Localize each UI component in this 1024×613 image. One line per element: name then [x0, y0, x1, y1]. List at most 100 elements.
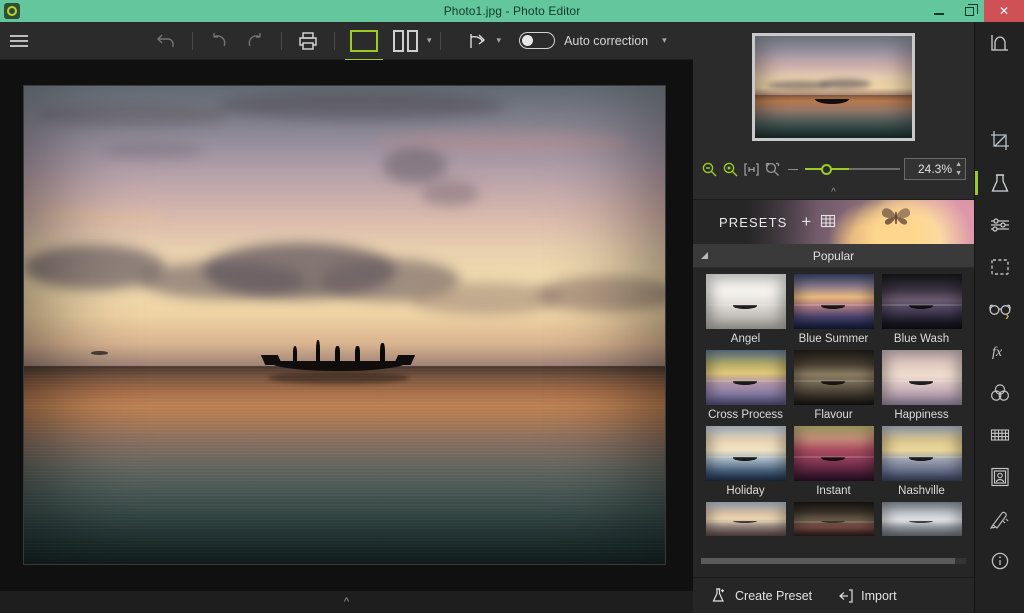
preset-label: Nashville — [882, 481, 962, 499]
info-icon — [990, 551, 1010, 571]
rail-item-adjustments[interactable] — [975, 204, 1024, 246]
photo-vignette — [24, 86, 665, 564]
zoom-out-icon[interactable] — [701, 161, 718, 178]
add-preset-button[interactable]: + — [801, 212, 811, 232]
right-panel: 24.3% ▲ ▼ ^ PRESETS + Popular — [693, 22, 974, 613]
rail-item-effects[interactable]: fx — [975, 330, 1024, 372]
zoom-slider[interactable] — [805, 162, 900, 176]
preset-thumbnail — [882, 502, 962, 536]
divider — [440, 32, 441, 50]
zoom-step-down[interactable]: ▼ — [955, 169, 962, 178]
preset-label: Flavour — [794, 405, 874, 423]
photo-image[interactable] — [24, 86, 665, 564]
zoom-step-up[interactable]: ▲ — [955, 160, 962, 169]
undo-arrow-icon — [209, 31, 229, 51]
fit-width-icon[interactable] — [743, 161, 760, 178]
preset-thumbnail — [794, 426, 874, 481]
preset-grid[interactable]: Angel Blue Summer Blue Wash Cross Proces… — [693, 268, 974, 567]
rail-item-texture[interactable] — [975, 414, 1024, 456]
canvas-area[interactable] — [0, 60, 693, 591]
rail-item-presets[interactable] — [975, 162, 1024, 204]
preset-vignette — [706, 274, 786, 329]
scrollbar-thumb[interactable] — [701, 558, 955, 564]
restore-button[interactable] — [954, 0, 984, 22]
preset-item[interactable] — [706, 502, 786, 536]
undo-step-button[interactable] — [201, 26, 237, 56]
fit-screen-icon[interactable] — [764, 161, 781, 178]
grid-view-button[interactable] — [820, 213, 836, 232]
navigator-collapse-button[interactable]: ^ — [693, 186, 974, 200]
rail-item-color[interactable] — [975, 372, 1024, 414]
panel-expand-button[interactable]: › — [1005, 308, 1009, 323]
triangle-icon — [701, 252, 708, 259]
presets-title: PRESETS — [719, 215, 787, 230]
rail-item-histogram[interactable] — [975, 22, 1024, 64]
redo-button[interactable] — [237, 26, 273, 56]
preset-row: Cross Process Flavour Happiness — [693, 350, 974, 423]
preset-item[interactable]: Cross Process — [706, 350, 786, 423]
preset-thumbnail — [794, 502, 874, 536]
share-button[interactable] — [461, 26, 495, 56]
create-preset-button[interactable]: Create Preset — [711, 587, 812, 604]
zoom-value-field[interactable]: 24.3% ▲ ▼ — [904, 158, 966, 180]
crop-icon — [989, 130, 1011, 152]
chevron-up-icon[interactable]: ^ — [344, 596, 349, 608]
minimize-button[interactable] — [924, 0, 954, 22]
preset-item[interactable]: Blue Summer — [794, 274, 874, 347]
navigator-thumbnail[interactable] — [752, 33, 915, 141]
preset-item[interactable]: Holiday — [706, 426, 786, 499]
rail-item-retouch[interactable] — [975, 498, 1024, 540]
menu-button[interactable] — [0, 22, 38, 60]
selection-icon — [989, 257, 1011, 277]
preset-item[interactable]: Nashville — [882, 426, 962, 499]
title-bar: Photo1.jpg - Photo Editor ✕ — [0, 0, 1024, 22]
preset-vignette — [706, 426, 786, 481]
share-dropdown[interactable]: ▾ — [497, 35, 502, 46]
preset-category-row[interactable]: Popular — [693, 244, 974, 268]
preset-label: Angel — [706, 329, 786, 347]
preset-vignette — [794, 350, 874, 405]
rail-item-portrait[interactable] — [975, 456, 1024, 498]
preset-item[interactable] — [882, 502, 962, 536]
preset-item[interactable]: Angel — [706, 274, 786, 347]
divider — [192, 32, 193, 50]
preset-horizontal-scrollbar[interactable] — [701, 558, 966, 564]
share-icon — [467, 31, 489, 51]
preset-item[interactable]: Blue Wash — [882, 274, 962, 347]
undo-button[interactable] — [148, 26, 184, 56]
print-button[interactable] — [290, 26, 326, 56]
import-label: Import — [861, 589, 896, 603]
zoom-stepper[interactable]: ▲ ▼ — [955, 160, 962, 178]
preset-item[interactable]: Flavour — [794, 350, 874, 423]
import-button[interactable]: Import — [838, 588, 896, 604]
bottom-status-bar: ^ — [0, 591, 693, 613]
import-icon — [838, 588, 854, 604]
zoom-in-icon[interactable] — [722, 161, 739, 178]
flask-plus-icon — [711, 587, 728, 604]
rail-item-info[interactable] — [975, 540, 1024, 582]
butterfly-icon — [879, 204, 913, 230]
slider-dash — [788, 169, 798, 170]
split-view-button[interactable] — [385, 26, 425, 56]
auto-correction-dropdown[interactable]: ▾ — [662, 35, 667, 46]
single-view-button[interactable] — [343, 26, 385, 56]
main-toolbar: ▾ ▾ Auto correction ▾ — [0, 22, 693, 60]
preset-label: Blue Summer — [794, 329, 874, 347]
split-view-dropdown[interactable]: ▾ — [427, 35, 432, 46]
rail-item-retouch-glasses[interactable] — [975, 288, 1024, 330]
rail-item-selection[interactable] — [975, 246, 1024, 288]
hamburger-icon — [10, 40, 28, 42]
close-button[interactable]: ✕ — [984, 0, 1024, 22]
preset-item[interactable] — [794, 502, 874, 536]
slider-knob[interactable] — [821, 164, 832, 175]
portrait-frame-icon — [989, 466, 1011, 488]
auto-correction-toggle[interactable] — [519, 32, 555, 49]
create-preset-label: Create Preset — [735, 589, 812, 603]
preset-vignette — [794, 274, 874, 329]
window-controls: ✕ — [924, 0, 1024, 22]
preset-item[interactable]: Instant — [794, 426, 874, 499]
window-title: Photo1.jpg - Photo Editor — [0, 4, 1024, 18]
preset-row: Holiday Instant Nashville — [693, 426, 974, 499]
preset-item[interactable]: Happiness — [882, 350, 962, 423]
rail-item-crop[interactable] — [975, 120, 1024, 162]
